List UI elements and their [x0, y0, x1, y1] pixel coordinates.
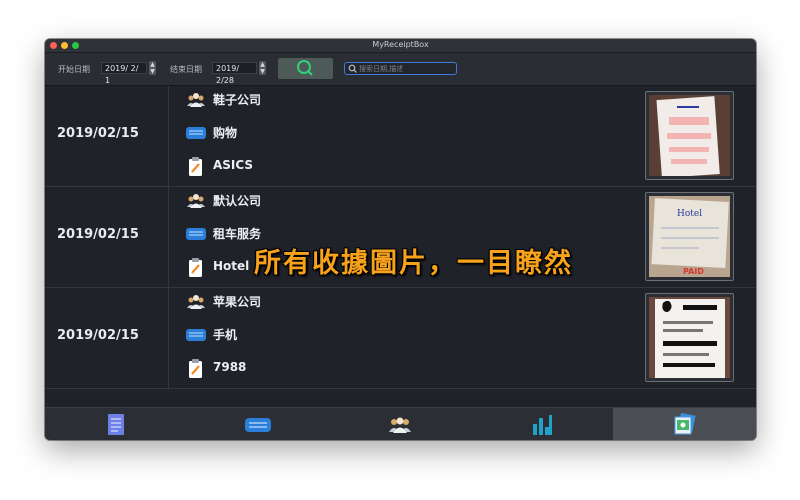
start-date-field[interactable]: 2019/ 2/ 1	[101, 62, 147, 85]
search-icon	[297, 60, 313, 76]
app-window: MyReceiptBox 开始日期 2019/ 2/ 1 ▲ ▼ 结束日期 201…	[45, 39, 756, 440]
svg-text:PAID: PAID	[683, 267, 704, 276]
clipboard-pencil-icon	[189, 157, 202, 176]
start-date-label: 开始日期	[58, 65, 90, 74]
company-people-icon	[187, 295, 205, 309]
category-icon	[245, 417, 271, 432]
description-text: 7988	[213, 360, 247, 374]
receipt-date-cell: 2019/02/15	[45, 288, 169, 388]
company-people-icon	[187, 194, 205, 208]
svg-text:Hotel: Hotel	[677, 209, 702, 219]
magnifier-icon	[348, 64, 357, 73]
tab-companies[interactable]	[329, 408, 471, 440]
receipt-date: 2019/02/15	[57, 328, 139, 343]
receipt-photo	[649, 297, 730, 378]
category-icon	[186, 329, 206, 341]
clipboard-pencil-icon	[189, 258, 202, 277]
receipt-thumbnail[interactable]: Hotel PAID	[645, 192, 734, 281]
end-date-stepper[interactable]: ▲ ▼	[259, 61, 266, 75]
tab-receipts[interactable]	[45, 408, 187, 440]
receipt-row[interactable]: 2019/02/15 苹果公司 手机 7988	[45, 288, 756, 389]
receipt-date: 2019/02/15	[57, 126, 139, 141]
receipt-list: 2019/02/15 鞋子公司 购物 ASICS 2019/02/15 默认公司…	[45, 86, 756, 389]
window-title: MyReceiptBox	[372, 40, 429, 49]
receipt-photo: Hotel PAID	[649, 196, 730, 277]
photos-icon	[674, 412, 696, 434]
search-button[interactable]	[278, 58, 333, 79]
search-input[interactable]: 搜索日期,描述	[344, 62, 457, 75]
company-people-icon	[187, 93, 205, 107]
tab-photos[interactable]	[613, 408, 756, 440]
end-date-field[interactable]: 2019/ 2/28	[212, 62, 257, 85]
category-name: 手机	[213, 328, 238, 342]
receipt-date-cell: 2019/02/15	[45, 187, 169, 287]
start-date-stepper[interactable]: ▲ ▼	[149, 61, 156, 75]
company-name: 默认公司	[213, 194, 262, 208]
company-name: 鞋子公司	[213, 93, 262, 107]
bottom-tab-bar	[45, 407, 756, 440]
receipt-thumbnail[interactable]	[645, 293, 734, 382]
receipt-photo	[649, 95, 730, 176]
clipboard-pencil-icon	[189, 359, 202, 378]
category-icon	[186, 228, 206, 240]
receipt-date-cell: 2019/02/15	[45, 86, 169, 186]
end-date-label: 结束日期	[170, 65, 202, 74]
category-name: 购物	[213, 126, 238, 140]
promo-caption: 所有收據圖片，一目瞭然	[254, 248, 573, 279]
receipt-thumbnail[interactable]	[645, 91, 734, 180]
category-icon	[186, 127, 206, 139]
tab-categories[interactable]	[187, 408, 329, 440]
title-bar: MyReceiptBox	[45, 39, 756, 53]
description-text: ASICS	[213, 158, 254, 172]
description-text: Hotel	[213, 259, 250, 273]
tab-statistics[interactable]	[471, 408, 613, 440]
search-placeholder: 搜索日期,描述	[359, 65, 404, 73]
receipt-row[interactable]: 2019/02/15 鞋子公司 购物 ASICS	[45, 86, 756, 187]
receipt-date: 2019/02/15	[57, 227, 139, 242]
receipt-list-icon	[108, 413, 124, 435]
company-name: 苹果公司	[213, 295, 262, 309]
bar-chart-icon	[533, 414, 552, 435]
company-people-icon	[389, 417, 411, 433]
category-name: 租车服务	[213, 227, 262, 241]
filter-toolbar: 开始日期 2019/ 2/ 1 ▲ ▼ 结束日期 2019/ 2/28 ▲ ▼ 搜索…	[45, 53, 756, 86]
